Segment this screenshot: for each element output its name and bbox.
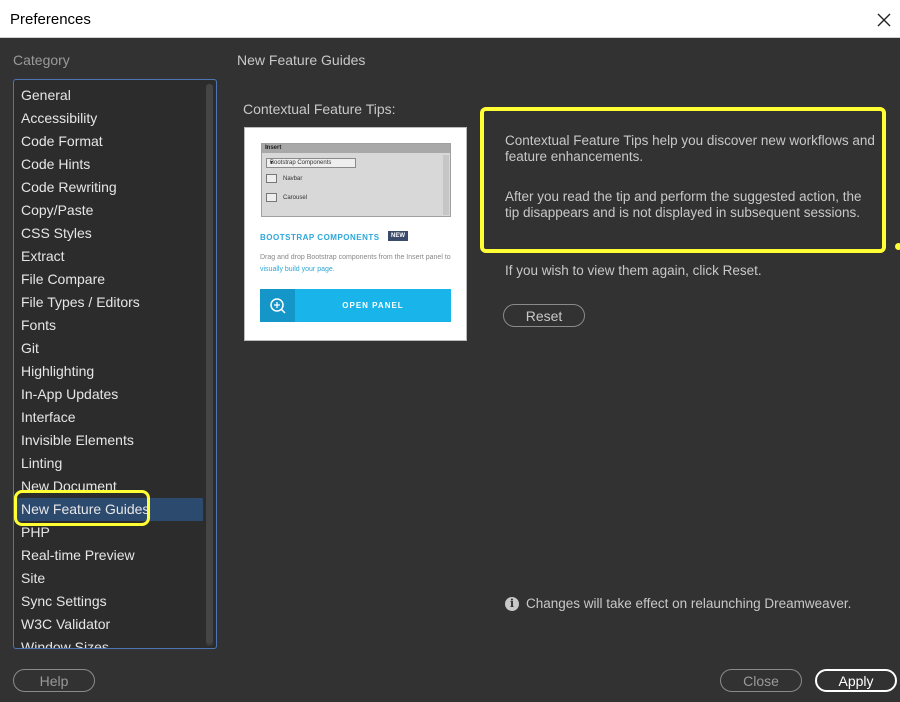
reset-button[interactable]: Reset xyxy=(503,304,585,327)
category-item[interactable]: Code Rewriting xyxy=(15,176,203,199)
category-item[interactable]: Site xyxy=(15,567,203,590)
category-item[interactable]: Code Format xyxy=(15,130,203,153)
preview-select: Bootstrap Components ▾ xyxy=(266,158,356,168)
category-item[interactable]: File Compare xyxy=(15,268,203,291)
category-item[interactable]: Fonts xyxy=(15,314,203,337)
navbar-icon xyxy=(266,174,277,183)
info-icon: i xyxy=(505,596,519,611)
help-button[interactable]: Help xyxy=(13,669,95,692)
category-item[interactable]: CSS Styles xyxy=(15,222,203,245)
category-item[interactable]: Invisible Elements xyxy=(15,429,203,452)
category-item[interactable]: Highlighting xyxy=(15,360,203,383)
category-item[interactable]: W3C Validator xyxy=(15,613,203,636)
preview-heading: BOOTSTRAP COMPONENTS xyxy=(260,233,380,242)
close-icon xyxy=(877,13,891,27)
preview-row: Navbar xyxy=(266,174,302,183)
close-button[interactable]: Close xyxy=(720,669,802,692)
category-item[interactable]: Extract xyxy=(15,245,203,268)
category-item[interactable]: Code Hints xyxy=(15,153,203,176)
scrollbar-thumb[interactable] xyxy=(206,84,213,644)
window-title: Preferences xyxy=(10,11,91,28)
category-item[interactable]: Linting xyxy=(15,452,203,475)
tips-label: Contextual Feature Tips: xyxy=(243,101,396,117)
reset-note: If you wish to view them again, click Re… xyxy=(505,263,762,278)
menu-icon: ≡ xyxy=(265,145,269,151)
preview-row-label: Carousel xyxy=(283,195,308,202)
highlight-annotation xyxy=(14,490,150,526)
category-item[interactable]: Accessibility xyxy=(15,107,203,130)
info-highlight-box: Contextual Feature Tips help you discove… xyxy=(480,107,886,253)
category-item[interactable]: In-App Updates xyxy=(15,383,203,406)
category-list[interactable]: General Accessibility Code Format Code Hint… xyxy=(13,79,217,649)
preview-insert-panel: Insert ≡ Bootstrap Components ▾ Navbar Car… xyxy=(261,143,451,217)
relaunch-text: Changes will take effect on relaunching … xyxy=(526,596,852,611)
category-item[interactable]: General xyxy=(15,84,203,107)
carousel-icon xyxy=(266,193,277,202)
category-item[interactable]: Sync Settings xyxy=(15,590,203,613)
info-paragraph-2: After you read the tip and perform the s… xyxy=(505,189,862,220)
preview-desc-text: Drag and drop Bootstrap components from … xyxy=(260,254,451,261)
preferences-dialog: Category General Accessibility Code Format… xyxy=(0,38,900,702)
category-item[interactable]: Real-time Preview xyxy=(15,544,203,567)
category-item[interactable]: File Types / Editors xyxy=(15,291,203,314)
info-paragraph-1: Contextual Feature Tips help you discove… xyxy=(505,133,875,164)
category-item[interactable]: Git xyxy=(15,337,203,360)
category-item[interactable]: Copy/Paste xyxy=(15,199,203,222)
preview-scrollbar xyxy=(443,155,449,215)
apply-button[interactable]: Apply xyxy=(815,669,897,692)
preview-row: Carousel xyxy=(266,193,307,202)
feature-tip-preview: Insert ≡ Bootstrap Components ▾ Navbar Car… xyxy=(244,127,467,341)
preview-button-label: OPEN PANEL xyxy=(342,301,404,310)
relaunch-note: i Changes will take effect on relaunchin… xyxy=(505,596,851,611)
section-title: New Feature Guides xyxy=(237,52,366,68)
preview-open-panel-button: OPEN PANEL xyxy=(260,289,451,322)
preview-desc-link: visually build your page. xyxy=(260,266,335,273)
panel-icon xyxy=(260,289,295,322)
preview-row-label: Navbar xyxy=(283,176,303,183)
category-item[interactable]: Interface xyxy=(15,406,203,429)
annotation-dot xyxy=(895,243,900,250)
category-label: Category xyxy=(13,52,70,68)
title-bar: Preferences xyxy=(0,0,900,38)
close-window-button[interactable] xyxy=(872,8,896,32)
category-item[interactable]: Window Sizes xyxy=(15,636,203,648)
new-badge: NEW xyxy=(388,231,408,241)
category-scrollbar[interactable] xyxy=(206,84,213,646)
preview-description: Drag and drop Bootstrap components from … xyxy=(260,252,455,276)
chevron-down-icon: ▾ xyxy=(270,160,274,166)
